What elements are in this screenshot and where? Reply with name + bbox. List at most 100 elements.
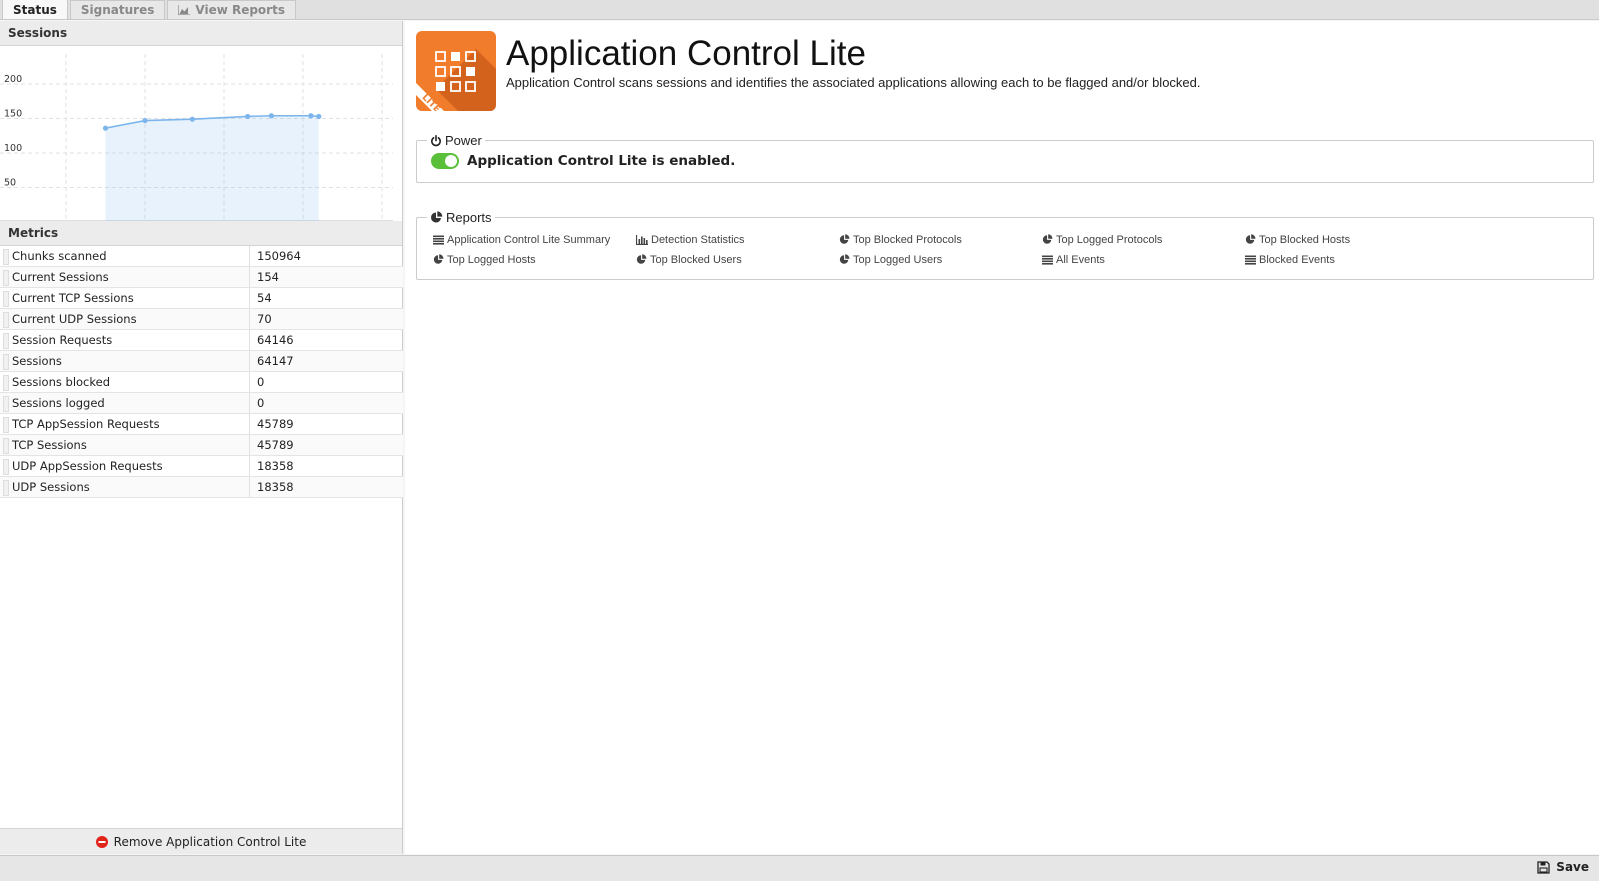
status-main-panel: LITE Application Control Lite Applicatio… [405,21,1599,854]
report-link[interactable]: Top Logged Users [839,252,1042,267]
metric-name: UDP AppSession Requests [0,456,250,476]
app-logo: LITE [416,31,496,111]
reports-legend-label: Reports [446,210,492,225]
table-row: Current Sessions 154 [0,267,403,288]
metric-value: 64146 [257,333,294,347]
tab-label: Status [13,2,57,17]
metric-name: Current UDP Sessions [0,309,250,329]
y-tick-label: 100 [4,143,22,154]
pie-chart-icon [433,254,444,265]
report-link-label: Blocked Events [1259,253,1335,266]
power-legend-label: Power [445,133,482,148]
sessions-chart-svg: 50 100 150 200 [0,54,393,222]
table-row: Session Requests 64146 [0,330,403,351]
tab-label: Signatures [80,3,155,17]
report-link[interactable]: Blocked Events [1245,252,1448,267]
report-link[interactable]: Application Control Lite Summary [433,232,636,247]
report-link-label: Top Logged Hosts [447,253,536,266]
bar-chart-icon [636,234,648,245]
report-link[interactable]: Top Blocked Users [636,252,839,267]
report-link-label: All Events [1056,253,1105,266]
table-row: UDP Sessions 18358 [0,477,403,498]
pie-chart-icon [1245,234,1256,245]
tab-status[interactable]: Status [2,0,68,19]
power-icon [430,134,442,147]
remove-icon [95,835,108,848]
metric-value: 0 [257,375,265,389]
pie-chart-icon [839,254,850,265]
metric-value: 18358 [257,480,294,494]
metric-name: Current TCP Sessions [0,288,250,308]
power-status: Application Control Lite is enabled. [467,153,736,169]
report-link-label: Application Control Lite Summary [447,233,611,246]
data-point [142,117,148,124]
save-button[interactable]: Save [1537,860,1589,874]
app-description: Application Control scans sessions and i… [506,75,1201,90]
metrics-title: Metrics [8,226,59,240]
metric-name: Current Sessions [0,267,250,287]
metric-value: 154 [257,270,279,284]
power-toggle[interactable] [431,153,459,169]
report-link[interactable]: Top Blocked Protocols [839,232,1042,247]
table-row: TCP Sessions 45789 [0,435,403,456]
tab-label: View Reports [195,3,285,17]
sessions-title: Sessions [8,26,68,40]
sessions-header: Sessions [0,21,402,46]
reports-fieldset: Reports Application Control Lite Summary… [416,210,1594,280]
metric-name: UDP Sessions [0,477,250,497]
app-header: LITE Application Control Lite Applicatio… [416,31,1201,111]
report-link[interactable]: Top Blocked Hosts [1245,232,1448,247]
table-row: Sessions logged 0 [0,393,403,414]
save-label: Save [1556,860,1589,874]
table-row: Sessions blocked 0 [0,372,403,393]
pie-chart-icon [636,254,647,265]
report-link[interactable]: Detection Statistics [636,232,839,247]
pie-chart-icon [839,234,850,245]
data-point [102,125,109,131]
report-link[interactable]: Top Logged Protocols [1042,232,1245,247]
data-point [268,113,274,119]
remove-app-label: Remove Application Control Lite [113,834,307,849]
table-row: Current UDP Sessions 70 [0,309,403,330]
app-title: Application Control Lite [506,34,866,73]
app-text: Application Control Lite Application Con… [506,31,1201,111]
report-link-label: Top Logged Protocols [1056,233,1163,246]
metric-name: Sessions logged [0,393,250,413]
metric-value: 64147 [257,354,294,368]
report-link-label: Detection Statistics [651,233,745,246]
metric-value: 0 [257,396,265,410]
table-row: Current TCP Sessions 54 [0,288,403,309]
status-left-panel: Sessions 50 100 150 200 Metrics Chunks scan… [0,21,403,854]
metric-name: Session Requests [0,330,250,350]
report-link-label: Top Logged Users [853,253,943,266]
tab-bar: Status Signatures View Reports [0,0,1599,20]
remove-app-button[interactable]: Remove Application Control Lite [0,828,402,854]
data-point [316,113,322,120]
metrics-header: Metrics [0,221,402,246]
metric-value: 45789 [257,417,294,431]
metric-name: TCP AppSession Requests [0,414,250,434]
power-legend: Power [427,133,485,148]
series-area [105,115,319,222]
metric-name: Chunks scanned [0,246,250,266]
report-link[interactable]: Top Logged Hosts [433,252,636,267]
y-tick-label: 200 [4,74,22,85]
table-row: Chunks scanned 150964 [0,246,403,267]
pie-chart-icon [1042,234,1053,245]
y-tick-label: 50 [4,178,16,189]
metric-value: 18358 [257,459,294,473]
reports-grid: Application Control Lite Summary Detectio… [417,225,1593,267]
list-icon [1245,255,1256,265]
list-icon [433,235,444,245]
bottom-toolbar: Save [0,855,1599,881]
list-icon [1042,255,1053,265]
table-row: Sessions 64147 [0,351,403,372]
power-fieldset: Power Application Control Lite is enable… [416,133,1594,183]
report-link[interactable]: All Events [1042,252,1245,267]
table-row: UDP AppSession Requests 18358 [0,456,403,477]
tab-signatures[interactable]: Signatures [69,0,166,19]
reports-legend: Reports [427,210,495,225]
tab-view-reports[interactable]: View Reports [167,0,296,19]
power-row: Application Control Lite is enabled. [417,148,1593,169]
y-tick-label: 150 [4,109,22,120]
